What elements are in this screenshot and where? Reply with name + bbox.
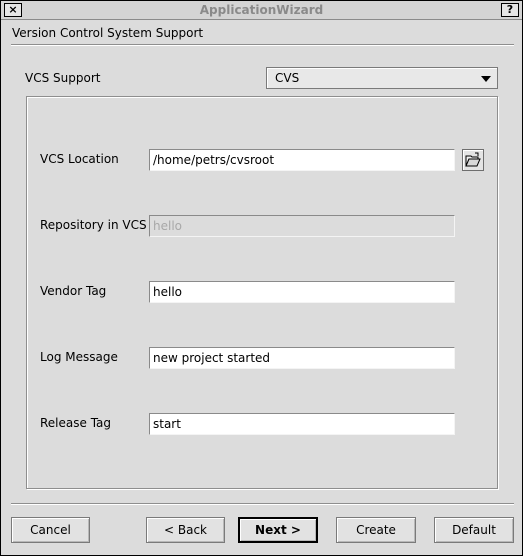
vcs-location-input[interactable]: [149, 149, 455, 171]
footer-divider: [11, 503, 514, 505]
vendor-tag-input[interactable]: [149, 281, 455, 303]
release-tag-input[interactable]: [149, 413, 455, 435]
vcs-support-select[interactable]: CVS: [266, 67, 498, 89]
vcs-location-label: VCS Location: [40, 152, 119, 166]
next-button[interactable]: Next >: [238, 517, 318, 543]
repository-input: [149, 215, 455, 237]
vendor-tag-label: Vendor Tag: [40, 284, 107, 298]
title-bar: × ApplicationWizard ?: [1, 1, 522, 20]
vcs-support-value: CVS: [275, 71, 300, 85]
application-wizard-window: × ApplicationWizard ? Version Control Sy…: [0, 0, 523, 556]
window-title: ApplicationWizard: [199, 3, 324, 17]
repository-label: Repository in VCS: [40, 218, 147, 232]
help-button[interactable]: ?: [501, 3, 519, 17]
release-tag-label: Release Tag: [40, 416, 112, 430]
log-message-label: Log Message: [40, 350, 118, 364]
vcs-support-label: VCS Support: [25, 71, 101, 85]
help-icon: ?: [506, 3, 514, 16]
dropdown-arrow-icon: [481, 76, 491, 82]
cancel-button[interactable]: Cancel: [11, 517, 90, 543]
create-button[interactable]: Create: [336, 517, 416, 543]
section-title: Version Control System Support: [12, 26, 204, 40]
back-button[interactable]: < Back: [146, 517, 225, 543]
log-message-input[interactable]: [149, 347, 455, 369]
folder-open-icon: [465, 152, 481, 167]
header-divider: [11, 44, 514, 46]
browse-button[interactable]: [462, 149, 484, 171]
default-button[interactable]: Default: [434, 517, 514, 543]
